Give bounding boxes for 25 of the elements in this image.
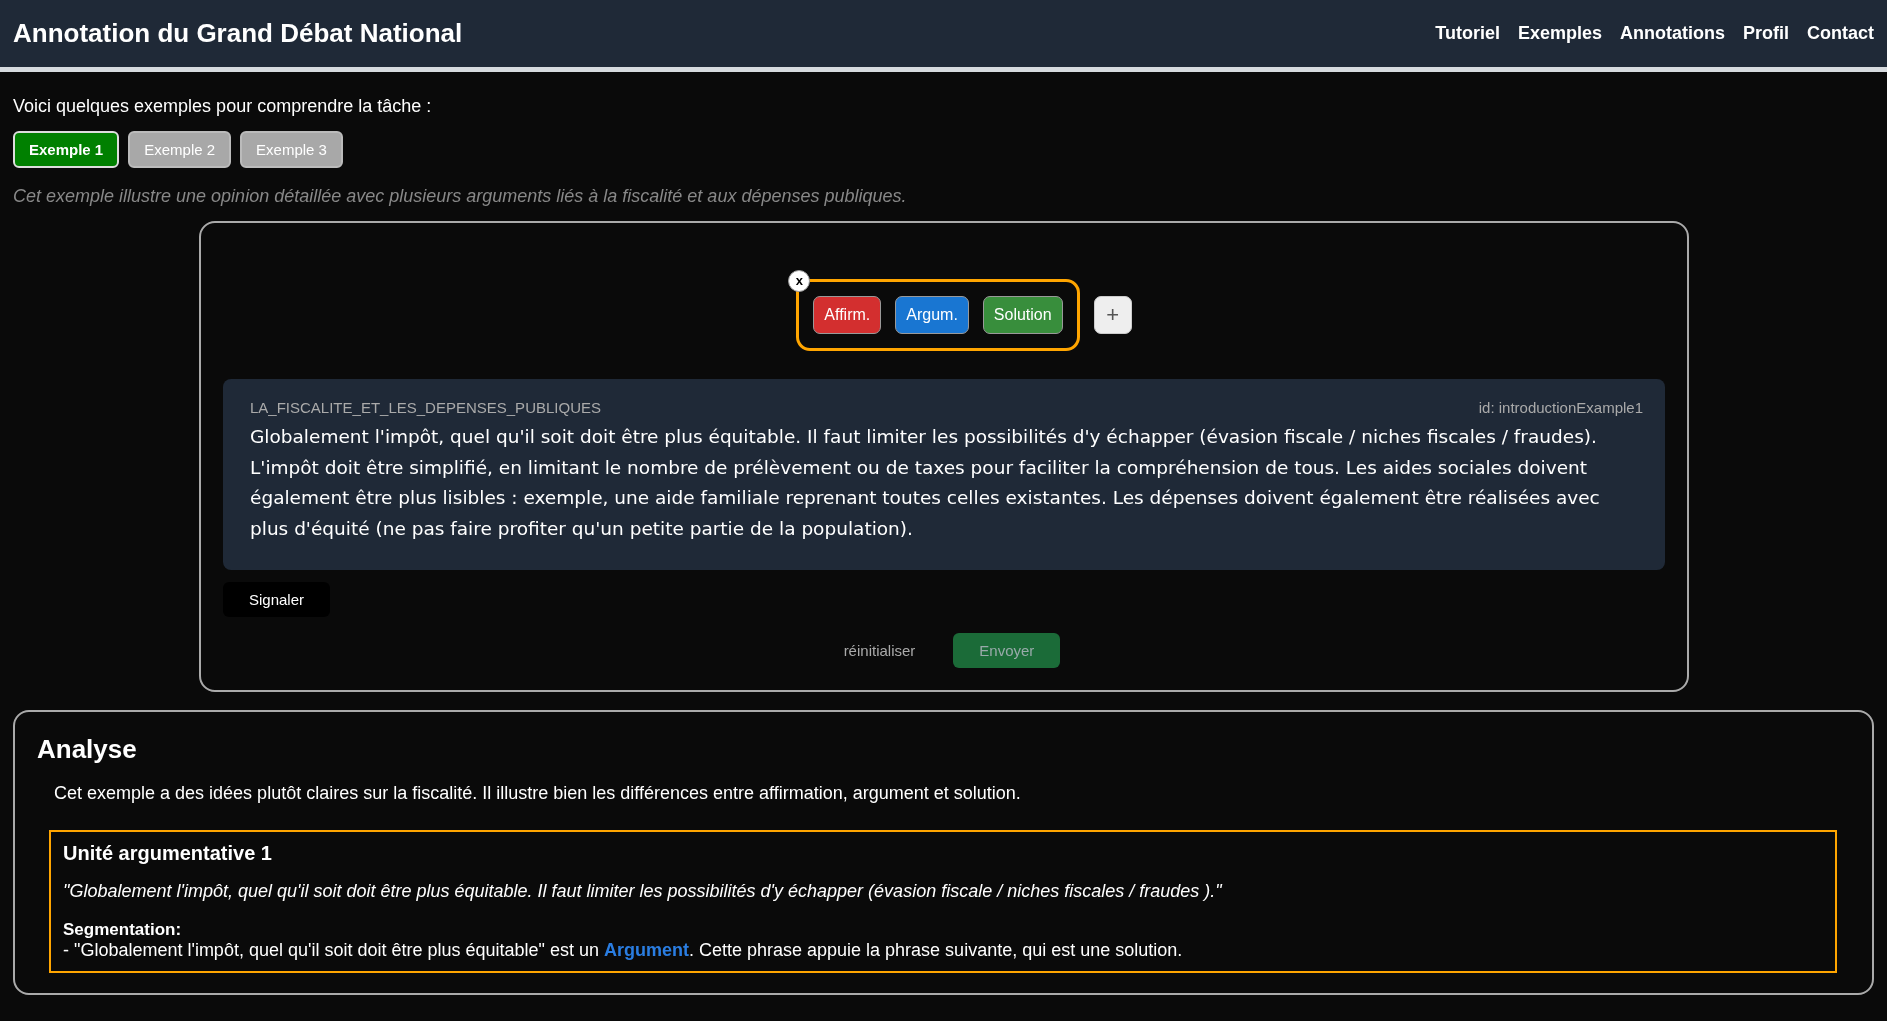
example-description: Cet exemple illustre une opinion détaillée avec plusieurs arguments liés à la fiscalité et aux dépenses publiques. [13,186,908,207]
nav-link[interactable]: Profil [1743,19,1789,48]
nav-link[interactable]: Annotations [1620,19,1725,48]
category-label: LA_FISCALITE_ET_LES_DEPENSES_PUBLIQUES [250,399,601,416]
app-title: Annotation du Grand Débat National [13,18,463,49]
unit-title: Unité argumentative 1 [63,842,273,865]
analysis-summary: Cet exemple a des idées plutôt claires sur la fiscalité. Il illustre bien les différences entre affirmation, argument et solution. [54,783,1022,804]
id-label: id: introductionExample1 [1478,399,1643,416]
segmentation-label: Segmentation: [63,920,183,940]
label-chip[interactable]: Solution [982,296,1063,334]
example-tab[interactable]: Exemple 1 [13,131,120,168]
unit-quote: "Globalement l'impôt, quel qu'il soit doit être plus équitable. Il faut limiter les possibilités d'y échapper (évasion fiscale / niches fiscales / fraudes )." [63,881,1224,902]
report-button[interactable]: Signaler [223,582,331,617]
nav-link[interactable]: Contact [1807,19,1874,48]
argument-link[interactable]: Argument [603,940,689,960]
label-chip[interactable]: Affirm. [813,296,882,334]
nav-link[interactable]: Tutoriel [1435,19,1500,48]
label-chip[interactable]: Argum. [895,296,969,334]
segment-text: - "Globalement l'impôt, quel qu'il soit doit être plus équitable" est un Argument. Cette phrase appuie la phrase suivante, qui est une solution. [63,940,1184,961]
close-button[interactable]: x [788,270,811,292]
add-button[interactable]: + [1093,296,1132,334]
analysis-title: Analyse [37,734,138,765]
intro-text: Voici quelques exemples pour comprendre la tâche : [13,96,433,117]
argument-text: Globalement l'impôt, quel qu'il soit doit être plus équitable. Il faut limiter les possibilités d'y échapper (évasion fiscale / niches fiscales / fraudes). L'impôt doit être simplifié, en limitant le nombre de prélèvement ou de taxes pour faciliter la compréhension de tous. Les aides sociales doivent également être plus lisibles : exemple, une aide familiale reprenant toutes celles existantes. Les dépenses doivent également être réalisées avec plus d'équité (ne pas faire profiter qu'un petite partie de la population). [250,425,1601,541]
nav-link[interactable]: Exemples [1517,19,1602,48]
